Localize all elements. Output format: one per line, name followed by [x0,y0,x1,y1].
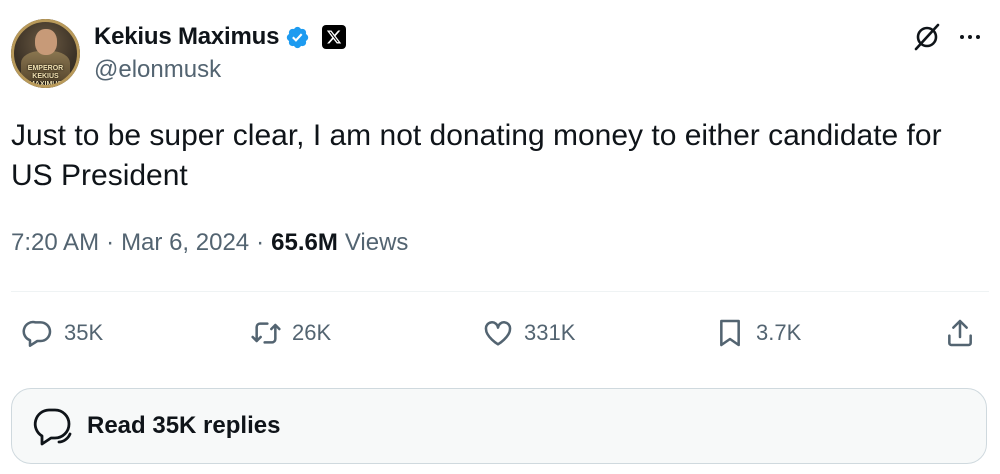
verified-badge-icon [287,26,309,48]
views-count[interactable]: 65.6M [271,229,338,257]
divider [11,291,989,292]
tweet-time[interactable]: 7:20 AM [11,229,99,257]
avatar[interactable]: EMPEROR KEKIUS MAXIMUS [11,19,80,88]
author-handle[interactable]: @elonmusk [94,56,221,84]
reply-button[interactable]: 35K [22,315,103,351]
read-replies-label: Read 35K replies [87,412,281,439]
bookmark-icon [720,319,740,347]
read-replies-button[interactable]: Read 35K replies [11,388,987,464]
like-icon [484,321,512,346]
bookmark-button[interactable]: 3.7K [714,315,801,351]
x-logo-icon [322,25,347,49]
tweet-date[interactable]: Mar 6, 2024 [121,229,249,257]
meta-separator: · [256,229,265,256]
reply-count: 35K [64,320,104,345]
tweet-meta: 7:20 AM · Mar 6, 2024 · 65.6M Views [11,229,408,257]
more-icon[interactable] [955,25,985,49]
repost-count: 26K [292,320,332,345]
tweet-card: EMPEROR KEKIUS MAXIMUS Kekius Maximus @e… [0,0,1000,474]
repost-button[interactable]: 26K [250,315,331,351]
repost-icon [251,322,281,344]
grok-icon[interactable] [912,22,942,52]
meta-separator: · [106,229,115,256]
author-name-row: Kekius Maximus [94,22,347,52]
share-icon [948,319,972,347]
author-display-name[interactable]: Kekius Maximus [94,23,279,51]
reply-icon [22,320,52,347]
chat-bubble-icon [33,408,72,446]
like-button[interactable]: 331K [482,315,575,351]
views-label: Views [344,229,409,256]
like-count: 331K [524,320,576,345]
bookmark-count: 3.7K [756,320,802,345]
tweet-text: Just to be super clear, I am not donatin… [11,119,942,192]
share-button[interactable] [944,315,976,351]
